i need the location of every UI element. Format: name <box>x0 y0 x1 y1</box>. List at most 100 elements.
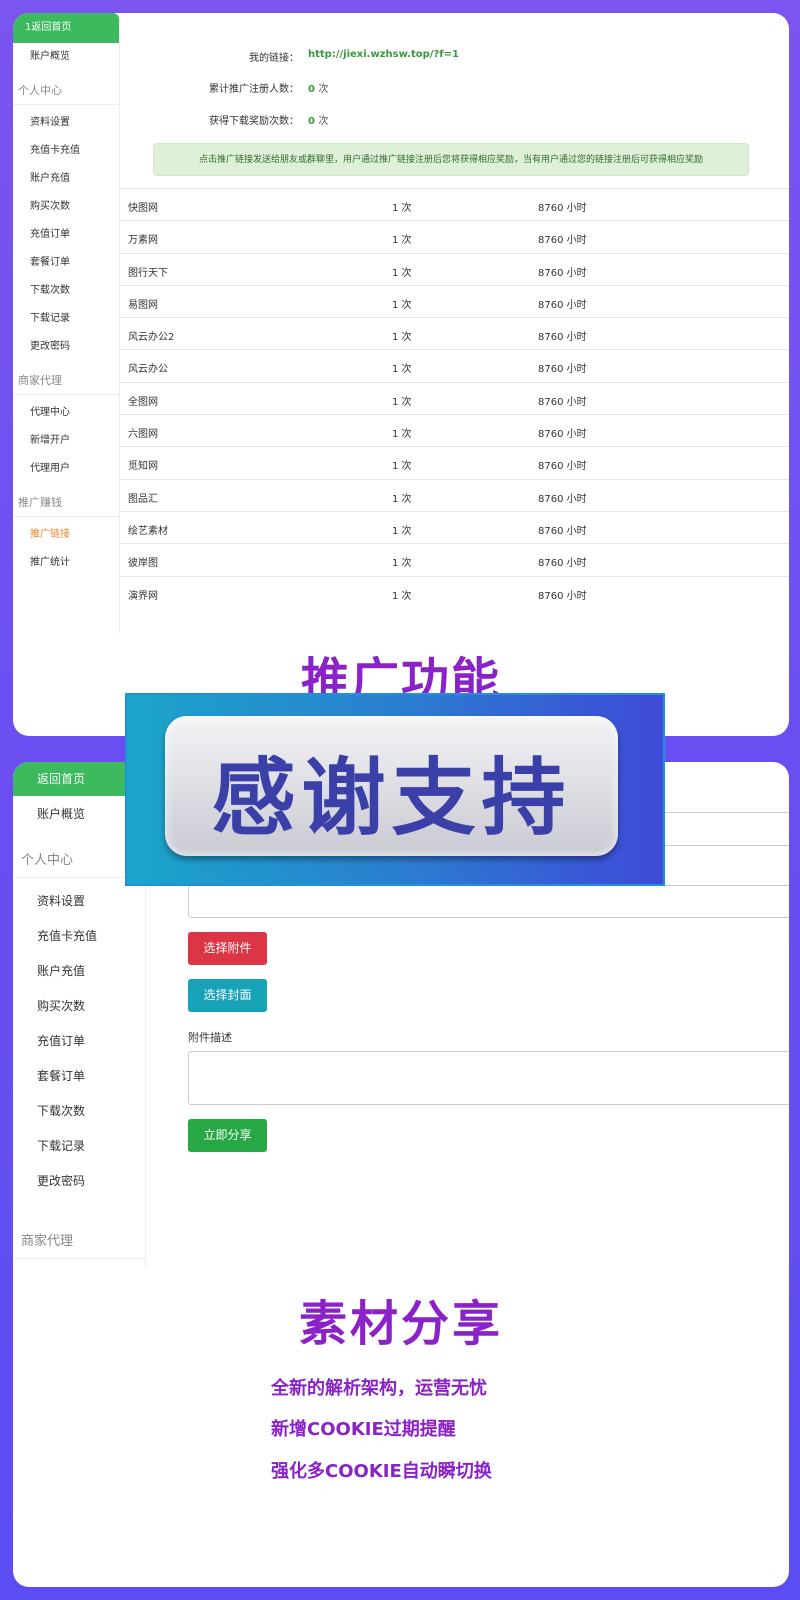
promo-link-value[interactable]: http://jiexi.wzhsw.top/?f=1 <box>308 49 459 60</box>
reward-times: 1 次 <box>392 235 412 247</box>
sidebar-item-promo-link[interactable]: 推广链接 <box>13 521 119 549</box>
reward-hours: 8760 小时 <box>538 461 587 473</box>
site-name: 图行天下 <box>128 267 168 279</box>
table-row: 万素网 1 次 8760 小时 <box>120 220 789 252</box>
table-row: 彼岸图 1 次 8760 小时 <box>120 543 789 575</box>
feature-line-2: 新增COOKIE过期提醒 <box>271 1419 456 1440</box>
site-name: 风云办公2 <box>128 332 175 344</box>
site-name: 快图网 <box>128 203 158 214</box>
feature-line-3: 强化多COOKIE自动瞬切换 <box>271 1461 492 1482</box>
sidebar-item-agent-center[interactable]: 代理中心 <box>13 399 119 427</box>
sidebar-item-new-account[interactable]: 新增开户 <box>13 427 119 455</box>
table-row: 风云办公 1 次 8760 小时 <box>120 349 789 381</box>
sidebar-item-package-orders[interactable]: 套餐订单 <box>13 249 119 277</box>
reward-hours: 8760 小时 <box>538 203 587 214</box>
reward-times: 1 次 <box>392 558 412 570</box>
reward-times: 1 次 <box>392 590 412 602</box>
site-name: 绘艺素材 <box>128 525 168 537</box>
register-count-label: 累计推广注册人数： <box>209 84 299 95</box>
sidebar-item-download-times[interactable]: 下载次数 <box>13 1094 145 1129</box>
home-button[interactable]: 1返回首页 <box>13 13 119 43</box>
site-name: 全图网 <box>128 396 158 408</box>
table-row: 全图网 1 次 8760 小时 <box>120 381 789 414</box>
sidebar-item-buy-times[interactable]: 购买次数 <box>13 989 145 1024</box>
sidebar: 1返回首页 账户概览 个人中心 资料设置 充值卡充值 账户充值 购买次数 充值订… <box>13 13 120 633</box>
select-cover-button[interactable]: 选择封面 <box>188 979 267 1012</box>
sidebar-item-profile[interactable]: 资料设置 <box>13 109 119 137</box>
attachment-description-input[interactable] <box>188 1051 789 1105</box>
reward-hours: 8760 小时 <box>538 558 587 570</box>
reward-hours: 8760 小时 <box>538 364 587 376</box>
reward-times: 1 次 <box>392 493 412 505</box>
sidebar-item-overview[interactable]: 账户概览 <box>13 43 119 71</box>
sidebar-item-buy-times[interactable]: 购买次数 <box>13 193 119 221</box>
sidebar-item-change-password[interactable]: 更改密码 <box>13 1164 145 1199</box>
reward-times: 1 次 <box>392 332 412 344</box>
table-row: 绘艺素材 1 次 8760 小时 <box>120 510 789 543</box>
sidebar-item-promo-stats[interactable]: 推广统计 <box>13 549 119 577</box>
reward-times: 1 次 <box>392 461 412 473</box>
thanks-plate: 感谢支持 <box>165 716 618 856</box>
site-name: 六图网 <box>128 429 158 441</box>
sidebar-section-personal: 个人中心 <box>13 71 119 105</box>
reward-hours: 8760 小时 <box>538 590 587 602</box>
sidebar-item-profile[interactable]: 资料设置 <box>13 884 145 919</box>
sidebar-section-agent: 商家代理 <box>13 361 119 395</box>
reward-count-label: 获得下载奖励次数： <box>209 116 299 127</box>
sidebar-item-agent-users[interactable]: 代理用户 <box>13 455 119 483</box>
thanks-banner: 感谢支持 <box>125 693 665 886</box>
sidebar-item-recharge-orders[interactable]: 充值订单 <box>13 221 119 249</box>
sidebar-item-download-times[interactable]: 下载次数 <box>13 277 119 305</box>
reward-hours: 8760 小时 <box>538 299 587 311</box>
reward-times: 1 次 <box>392 203 412 214</box>
sidebar-section-promote: 推广赚钱 <box>13 483 119 517</box>
reward-hours: 8760 小时 <box>538 493 587 505</box>
attachment-description-label: 附件描述 <box>188 1031 232 1044</box>
reward-hours: 8760 小时 <box>538 429 587 441</box>
reward-times: 1 次 <box>392 299 412 311</box>
site-name: 演界网 <box>128 590 158 602</box>
sidebar-section-agent: 商家代理 <box>13 1217 145 1259</box>
select-attachment-button[interactable]: 选择附件 <box>188 932 267 965</box>
table-row: 觅知网 1 次 8760 小时 <box>120 446 789 478</box>
reward-hours: 8760 小时 <box>538 396 587 408</box>
promo-notice: 点击推广链接发送给朋友或群聊里，用户通过推广链接注册后您将获得相应奖励，当有用户… <box>153 143 749 176</box>
reward-hours: 8760 小时 <box>538 332 587 344</box>
site-name: 易图网 <box>128 299 158 311</box>
sidebar-item-change-password[interactable]: 更改密码 <box>13 333 119 361</box>
reward-hours: 8760 小时 <box>538 525 587 537</box>
sidebar-item-account-recharge[interactable]: 账户充值 <box>13 165 119 193</box>
share-title: 素材分享 <box>298 1296 503 1352</box>
sidebar-item-card-recharge[interactable]: 充值卡充值 <box>13 919 145 954</box>
promotion-main: 我的链接： http://jiexi.wzhsw.top/?f=1 累计推广注册… <box>120 13 789 633</box>
site-name: 觅知网 <box>128 461 158 473</box>
table-row: 易图网 1 次 8760 小时 <box>120 284 789 317</box>
link-label: 我的链接： <box>249 53 299 64</box>
sidebar-item-recharge-orders[interactable]: 充值订单 <box>13 1024 145 1059</box>
sidebar-item-account-recharge[interactable]: 账户充值 <box>13 954 145 989</box>
reward-times: 1 次 <box>392 396 412 408</box>
table-row: 六图网 1 次 8760 小时 <box>120 414 789 446</box>
reward-times: 1 次 <box>392 525 412 537</box>
reward-times: 1 次 <box>392 364 412 376</box>
link-row: 我的链接： http://jiexi.wzhsw.top/?f=1 <box>120 49 789 69</box>
sidebar-item-download-records[interactable]: 下载记录 <box>13 1129 145 1164</box>
thanks-text: 感谢支持 <box>211 749 572 847</box>
reward-hours: 8760 小时 <box>538 235 587 247</box>
reward-count-row: 获得下载奖励次数： 0 次 <box>120 112 789 132</box>
reward-table: 快图网 1 次 8760 小时 万素网 1 次 8760 小时 图行天下 1 次 8760 小时… <box>120 188 789 608</box>
reward-count-value: 0 次 <box>308 116 329 127</box>
reward-times: 1 次 <box>392 429 412 441</box>
feature-line-1: 全新的解析架构，运营无忧 <box>271 1378 487 1399</box>
site-name: 万素网 <box>128 235 158 247</box>
reward-times: 1 次 <box>392 267 412 279</box>
table-row: 图品汇 1 次 8760 小时 <box>120 478 789 511</box>
site-name: 图品汇 <box>128 493 158 505</box>
share-now-button[interactable]: 立即分享 <box>188 1119 267 1152</box>
share-url-input[interactable] <box>188 885 789 918</box>
register-count-row: 累计推广注册人数： 0 次 <box>120 80 789 100</box>
sidebar-item-download-records[interactable]: 下载记录 <box>13 305 119 333</box>
table-row: 快图网 1 次 8760 小时 <box>120 188 789 220</box>
sidebar-item-package-orders[interactable]: 套餐订单 <box>13 1059 145 1094</box>
sidebar-item-card-recharge[interactable]: 充值卡充值 <box>13 137 119 165</box>
